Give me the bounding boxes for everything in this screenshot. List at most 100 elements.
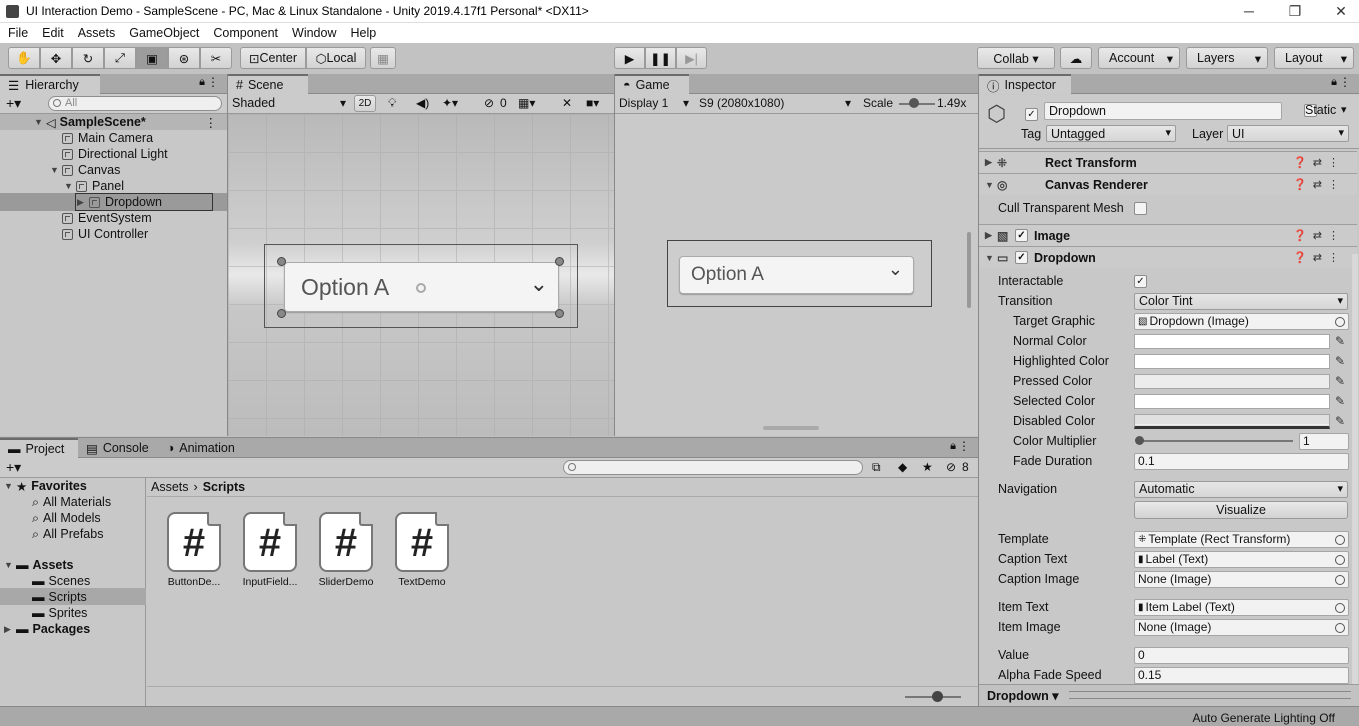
layer-dropdown[interactable]: UI — [1227, 125, 1349, 142]
hierarchy-item-ui-controller[interactable]: UI Controller — [62, 226, 148, 242]
component-rect-transform[interactable]: ▶ ⁜ Rect Transform ❓⇄⋮ — [979, 151, 1357, 173]
folder-item-sprites[interactable]: ▬ Sprites — [32, 605, 87, 621]
icon-size-slider-thumb[interactable] — [932, 691, 943, 702]
tab-inspector[interactable]: ⓘ Inspector — [979, 74, 1071, 94]
eyedropper-icon[interactable]: ✎ — [1335, 374, 1345, 388]
dropdown-enabled-checkbox[interactable]: ✓ — [1015, 251, 1028, 264]
multiplier-slider-thumb[interactable] — [1135, 436, 1144, 445]
active-checkbox[interactable]: ✓ — [1025, 108, 1038, 121]
component-canvas-renderer[interactable]: ▼ ◎ Canvas Renderer ❓⇄⋮ — [979, 173, 1357, 195]
asset-script-inputfield[interactable]: # InputField... — [237, 512, 303, 588]
layout-dropdown[interactable]: Layout ▾ — [1274, 47, 1354, 69]
game-scrollbar[interactable] — [967, 232, 971, 308]
favorite-star-icon[interactable]: ★ — [922, 460, 933, 474]
value-field[interactable]: 0 — [1134, 646, 1349, 664]
filter-label-icon[interactable]: ◆ — [898, 460, 907, 474]
menu-assets[interactable]: Assets — [70, 23, 122, 40]
eyedropper-icon[interactable]: ✎ — [1335, 354, 1345, 368]
cull-checkbox[interactable] — [1134, 201, 1147, 215]
target-graphic-field[interactable]: ▧ Dropdown (Image) — [1134, 312, 1349, 330]
transform-tool-icon[interactable]: ⊛ — [168, 47, 200, 69]
asset-script-textdemo[interactable]: # TextDemo — [389, 512, 455, 588]
disabled-color-field[interactable] — [1134, 413, 1330, 429]
favorite-item-all-models[interactable]: ⌕ All Models — [32, 510, 101, 526]
hierarchy-item-main-camera[interactable]: Main Camera — [62, 130, 153, 146]
close-button[interactable]: ✕ — [1318, 2, 1359, 22]
rect-tool-icon[interactable]: ▣ — [136, 47, 168, 69]
preview-object-dropdown[interactable]: Dropdown ▾ — [987, 688, 1059, 703]
play-icon[interactable]: ▶ — [614, 47, 645, 69]
favorite-item-all-prefabs[interactable]: ⌕ All Prefabs — [32, 526, 103, 542]
rect-handle[interactable] — [277, 309, 286, 318]
cloud-icon[interactable]: ☁ — [1060, 47, 1092, 69]
grid-icon[interactable]: ▦▾ — [518, 96, 535, 110]
audio-icon[interactable]: ◀) — [416, 96, 429, 110]
move-tool-icon[interactable]: ✥ — [40, 47, 72, 69]
menu-edit[interactable]: Edit — [34, 23, 70, 40]
shading-mode-dropdown[interactable]: Shaded — [232, 96, 275, 110]
selected-color-field[interactable] — [1134, 393, 1330, 409]
item-text-field[interactable]: ▮ Item Label (Text) — [1134, 598, 1349, 616]
rotate-tool-icon[interactable]: ↻ — [72, 47, 104, 69]
camera-icon[interactable]: ■▾ — [586, 96, 599, 110]
hand-tool-icon[interactable]: ✋ — [8, 47, 40, 69]
packages-header[interactable]: ▶ ▬ Packages — [4, 621, 90, 637]
lighting-status-text[interactable]: Auto Generate Lighting Off — [1192, 711, 1335, 725]
lighting-icon[interactable]: 💡︎ — [388, 96, 396, 111]
rect-handle[interactable] — [555, 309, 564, 318]
tab-hierarchy[interactable]: ☰ Hierarchy — [0, 74, 100, 94]
effects-icon[interactable]: ✦▾ — [442, 96, 458, 110]
lock-icon[interactable]: 🔒︎ — [1331, 76, 1337, 89]
eyedropper-icon[interactable]: ✎ — [1335, 394, 1345, 408]
hierarchy-item-eventsystem[interactable]: EventSystem — [62, 210, 152, 226]
visualize-button[interactable]: Visualize — [1134, 501, 1348, 519]
hierarchy-item-panel[interactable]: ▼ Panel — [64, 178, 124, 194]
resolution-dropdown[interactable]: S9 (2080x1080) — [699, 96, 784, 110]
menu-component[interactable]: Component — [205, 23, 284, 40]
create-plus-icon[interactable]: +▾ — [6, 95, 21, 112]
rect-handle[interactable] — [277, 257, 286, 266]
item-image-field[interactable]: None (Image) — [1134, 618, 1349, 636]
hierarchy-item-canvas[interactable]: ▼ Canvas — [50, 162, 120, 178]
favorite-item-all-materials[interactable]: ⌕ All Materials — [32, 494, 111, 510]
step-icon[interactable]: ▶| — [676, 47, 707, 69]
game-dropdown[interactable]: Option A ⌄ — [679, 256, 914, 294]
component-header-icons[interactable]: ❓⇄⋮ — [1293, 251, 1345, 264]
eyedropper-icon[interactable]: ✎ — [1335, 334, 1345, 348]
transition-dropdown[interactable]: Color Tint — [1134, 292, 1348, 310]
inspector-scrollbar[interactable] — [1352, 254, 1358, 684]
maximize-button[interactable]: ❐ — [1272, 2, 1318, 22]
lock-icon[interactable]: 🔒︎ — [199, 76, 205, 89]
multiplier-slider-track[interactable] — [1139, 440, 1293, 442]
game-hscrollbar[interactable] — [763, 426, 819, 430]
template-field[interactable]: ⁜ Template (Rect Transform) — [1134, 530, 1349, 548]
multiplier-value-field[interactable]: 1 — [1299, 432, 1349, 450]
component-dropdown[interactable]: ▼ ▭ ✓ Dropdown ❓⇄⋮ — [979, 246, 1357, 268]
hierarchy-item-directional-light[interactable]: Directional Light — [62, 146, 168, 162]
pivot-center-button[interactable]: ⊡ Center — [240, 47, 306, 69]
create-plus-icon[interactable]: +▾ — [6, 459, 21, 476]
component-header-icons[interactable]: ❓⇄⋮ — [1293, 229, 1345, 242]
tag-dropdown[interactable]: Untagged — [1046, 125, 1176, 142]
game-viewport[interactable]: Option A ⌄ — [615, 114, 979, 436]
collab-button[interactable]: Collab ▾ — [977, 47, 1055, 69]
scene-viewport[interactable]: Option A ⌄ — [228, 114, 614, 436]
layers-dropdown[interactable]: Layers ▾ — [1186, 47, 1268, 69]
pressed-color-field[interactable] — [1134, 373, 1330, 389]
menu-gameobject[interactable]: GameObject — [121, 23, 205, 40]
eyedropper-icon[interactable]: ✎ — [1335, 414, 1345, 428]
hidden-packages-icon[interactable]: ⊘ — [946, 460, 956, 474]
object-name-field[interactable]: Dropdown — [1044, 102, 1282, 120]
more-icon[interactable]: ⋮ — [205, 115, 218, 130]
more-icon[interactable]: ⋮ — [958, 439, 970, 453]
tools-icon[interactable]: ✕ — [562, 96, 572, 110]
interactable-checkbox[interactable]: ✓ — [1134, 274, 1147, 288]
pause-icon[interactable]: ❚❚ — [645, 47, 676, 69]
2d-toggle[interactable]: 2D — [354, 95, 376, 112]
display-dropdown[interactable]: Display 1 — [619, 96, 668, 110]
folder-item-scripts[interactable]: ▬ Scripts — [32, 589, 87, 605]
tab-scene[interactable]: # Scene — [228, 74, 308, 94]
scale-slider-thumb[interactable] — [909, 98, 919, 108]
tab-console[interactable]: ▤ Console — [78, 438, 159, 458]
component-header-icons[interactable]: ❓⇄⋮ — [1293, 156, 1345, 169]
